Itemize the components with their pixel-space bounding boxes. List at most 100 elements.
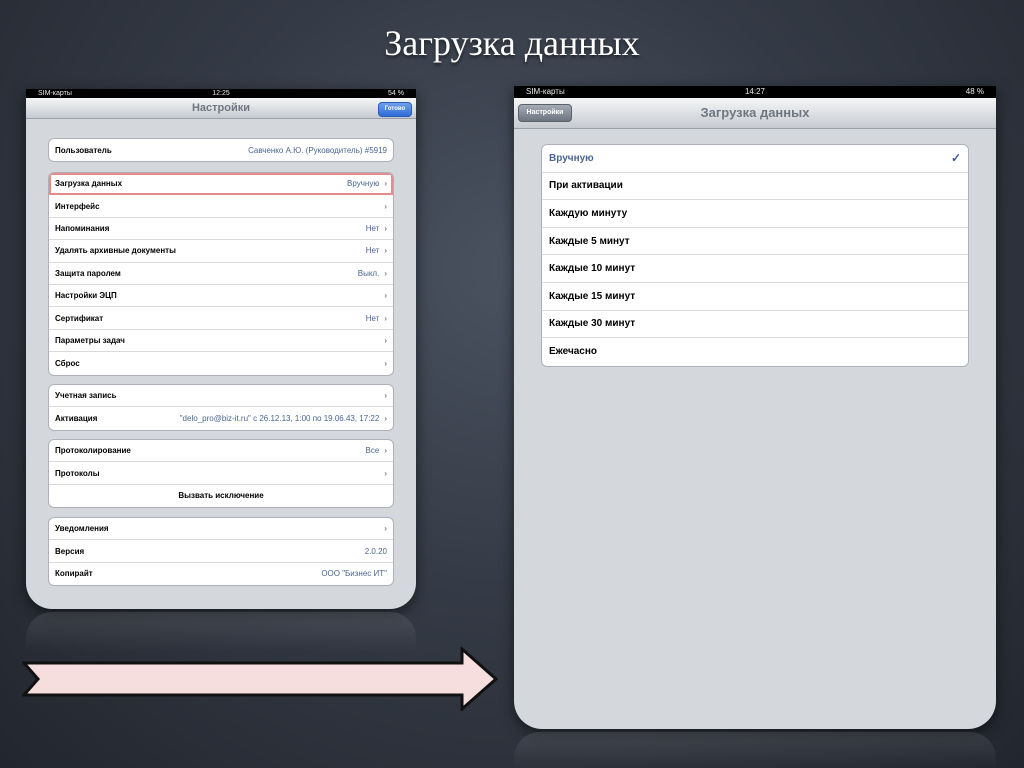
settings-group-about: Уведомления › Версия 2.0.20 Копирайт ООО "Биз… [48, 517, 394, 587]
row-label: Удалять архивные документы [55, 246, 176, 256]
row-label: Напоминания [55, 223, 110, 233]
settings-row[interactable]: Пользователь Савченко А.Ю. (Руководитель)… [49, 139, 393, 161]
load-option-row[interactable]: Каждые 5 минут [542, 228, 968, 256]
chevron-right-icon: › [384, 268, 387, 278]
settings-row[interactable]: Протоколы › [49, 462, 393, 485]
load-option-row[interactable]: При активации [542, 173, 968, 201]
row-label: Параметры задач [55, 335, 125, 345]
row-value: Все [365, 446, 380, 456]
settings-row[interactable]: Напоминания Нет › [49, 218, 393, 241]
settings-row[interactable]: Уведомления › [49, 518, 393, 541]
ipad-settings-screen: SIM-карты 12:25 54 % Настройки Готово По… [26, 89, 416, 609]
load-option-row[interactable]: Каждые 30 минут [542, 311, 968, 339]
row-value: ООО "Бизнес ИТ" [321, 569, 387, 579]
settings-row[interactable]: Интерфейс › [49, 195, 393, 218]
row-label: Уведомления [55, 524, 109, 534]
row-value: 2.0.20 [364, 546, 387, 556]
row-value: Нет [365, 313, 380, 323]
settings-group-main: Загрузка данных Вручную › Интерфейс › Напомин… [48, 172, 394, 376]
row-value: Выкл. [357, 268, 380, 278]
row-label: Протоколы [55, 468, 100, 478]
settings-row[interactable]: Сертификат Нет › [49, 307, 393, 330]
option-label: Каждые 30 минут [549, 318, 636, 330]
row-label: Версия [55, 546, 85, 556]
load-option-row[interactable]: Ежечасно [542, 338, 968, 366]
battery-label: 48 % [965, 87, 984, 96]
chevron-right-icon: › [384, 179, 387, 189]
nav-title: Загрузка данных [700, 105, 810, 120]
settings-group-account: Учетная запись › Активация "delo_pro@biz-it… [48, 384, 394, 431]
option-label: Вручную [549, 152, 594, 164]
row-label: Защита паролем [55, 268, 121, 278]
chevron-right-icon: › [384, 313, 387, 323]
option-label: Каждые 5 минут [549, 235, 630, 247]
navbar: Загрузка данных Настройки [514, 98, 996, 129]
ipad-reflection [26, 612, 416, 652]
option-label: Каждые 10 минут [549, 263, 636, 275]
button-label: Вызвать исключение [178, 491, 264, 501]
settings-row[interactable]: Защита паролем Выкл. › [49, 263, 393, 285]
row-label: Пользователь [55, 145, 112, 155]
option-label: Каждую минуту [549, 207, 628, 219]
settings-group-user: Пользователь Савченко А.Ю. (Руководитель)… [48, 138, 394, 163]
chevron-right-icon: › [384, 335, 387, 345]
chevron-right-icon: › [384, 468, 387, 478]
navbar: Настройки Готово [26, 98, 416, 119]
ipad-data-load-screen: SIM-карты 14:27 48 % Загрузка данных Нас… [514, 86, 996, 729]
chevron-right-icon: › [384, 291, 387, 301]
row-label: Учетная запись [55, 391, 117, 401]
settings-row[interactable]: Загрузка данных Вручную › [49, 173, 393, 196]
clock: 12:25 [212, 90, 230, 97]
chevron-right-icon: › [384, 201, 387, 211]
row-label: Сброс [55, 358, 80, 368]
done-button[interactable]: Готово [378, 102, 412, 117]
row-label: Сертификат [55, 313, 104, 323]
back-button-settings[interactable]: Настройки [518, 104, 572, 122]
nav-title: Настройки [191, 102, 251, 114]
row-label: Загрузка данных [55, 179, 123, 189]
row-value: Нет [365, 223, 380, 233]
chevron-right-icon: › [384, 524, 387, 534]
option-label: Каждые 15 минут [549, 290, 636, 302]
chevron-right-icon: › [384, 223, 387, 233]
row-label: Настройки ЭЦП [55, 291, 117, 301]
status-bar: SIM-карты 12:25 54 % [26, 89, 416, 98]
settings-row[interactable]: Протоколирование Все › [49, 440, 393, 463]
row-value: "delo_pro@biz-it.ru" c 26.12.13, 1:00 по… [179, 414, 380, 424]
load-options-list: Вручную ✓ При активации Каждую минуту Каждые… [541, 144, 969, 367]
row-label: Активация [55, 414, 98, 424]
slide-title: Загрузка данных [384, 23, 640, 63]
raise-exception-button[interactable]: Вызвать исключение [49, 485, 393, 507]
chevron-right-icon: › [384, 246, 387, 256]
load-option-row[interactable]: Каждую минуту [542, 200, 968, 228]
chevron-right-icon: › [384, 414, 387, 424]
settings-row[interactable]: Параметры задач › [49, 330, 393, 353]
status-bar: SIM-карты 14:27 48 % [514, 86, 996, 98]
settings-row[interactable]: Активация "delo_pro@biz-it.ru" c 26.12.13… [49, 407, 393, 429]
settings-row[interactable]: Сброс › [49, 352, 393, 374]
row-label: Протоколирование [55, 446, 131, 456]
load-option-row[interactable]: Каждые 15 минут [542, 283, 968, 311]
settings-row[interactable]: Учетная запись › [49, 385, 393, 408]
battery-label: 54 % [388, 90, 404, 97]
row-value: Савченко А.Ю. (Руководитель) #5919 [248, 145, 387, 155]
load-option-row[interactable]: Каждые 10 минут [542, 255, 968, 283]
right-arrow-icon [22, 647, 498, 711]
option-label: При активации [549, 180, 623, 192]
row-label: Интерфейс [55, 201, 100, 211]
row-value: Вручную [347, 179, 380, 189]
clock: 14:27 [744, 87, 766, 96]
settings-row[interactable]: Копирайт ООО "Бизнес ИТ" [49, 563, 393, 585]
settings-group-logging: Протоколирование Все › Протоколы › Вызвать ис… [48, 439, 394, 509]
settings-row[interactable]: Настройки ЭЦП › [49, 285, 393, 308]
row-value: Нет [365, 246, 380, 256]
ipad-reflection [514, 732, 996, 768]
settings-row[interactable]: Версия 2.0.20 [49, 540, 393, 563]
chevron-right-icon: › [384, 358, 387, 368]
settings-row[interactable]: Удалять архивные документы Нет › [49, 240, 393, 263]
chevron-right-icon: › [384, 446, 387, 456]
option-label: Ежечасно [549, 346, 598, 358]
row-label: Копирайт [55, 569, 93, 579]
load-option-row[interactable]: Вручную ✓ [542, 145, 968, 173]
chevron-right-icon: › [384, 391, 387, 401]
